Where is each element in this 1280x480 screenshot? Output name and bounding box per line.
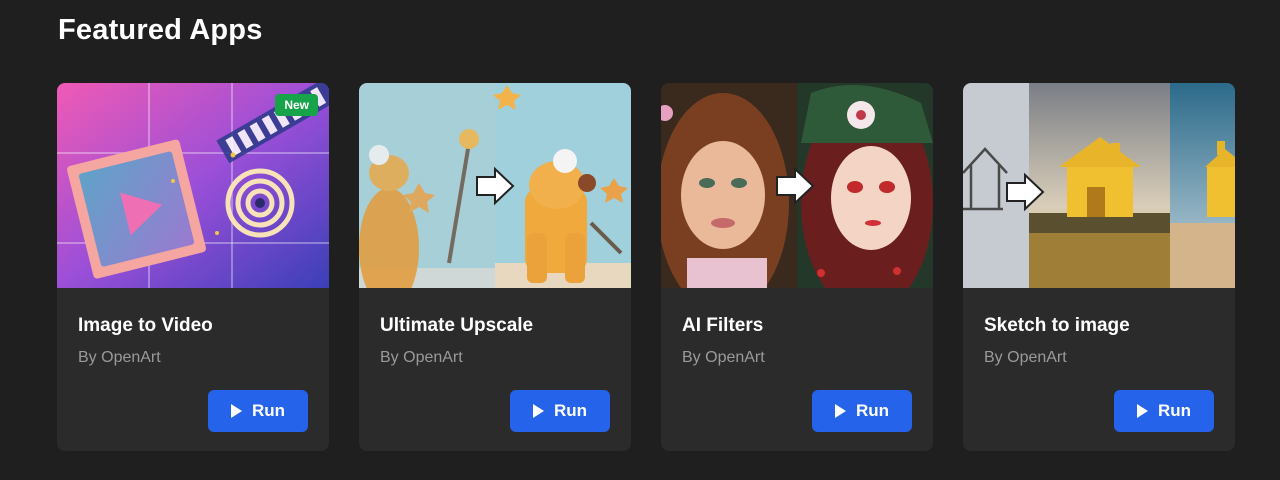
new-badge: New: [275, 94, 318, 116]
app-thumbnail-image-to-video[interactable]: New: [57, 83, 329, 288]
play-icon: [230, 404, 242, 418]
app-thumbnail-ultimate-upscale[interactable]: [359, 83, 631, 288]
run-button[interactable]: Run: [1114, 390, 1214, 432]
featured-apps-section: Featured Apps New Image to Video By Open…: [0, 0, 1280, 480]
app-card-ai-filters[interactable]: AI Filters By OpenArt Run: [661, 83, 933, 451]
app-thumbnail-sketch-to-image[interactable]: [963, 83, 1235, 288]
run-button-label: Run: [1157, 401, 1192, 420]
app-author: By OpenArt: [380, 349, 463, 366]
app-author: By OpenArt: [984, 349, 1067, 366]
app-thumbnail-ai-filters[interactable]: [661, 83, 933, 288]
app-card-ultimate-upscale[interactable]: Ultimate Upscale By OpenArt Run: [359, 83, 631, 451]
run-button-label: Run: [251, 401, 286, 420]
section-title: Featured Apps: [58, 14, 263, 46]
run-button[interactable]: Run: [510, 390, 610, 432]
app-author: By OpenArt: [682, 349, 765, 366]
app-title[interactable]: Sketch to image: [984, 315, 1130, 337]
play-icon: [532, 404, 544, 418]
play-icon: [834, 404, 846, 418]
app-card-sketch-to-image[interactable]: Sketch to image By OpenArt Run: [963, 83, 1235, 451]
run-button-label: Run: [855, 401, 890, 420]
app-author: By OpenArt: [78, 349, 161, 366]
app-title[interactable]: Ultimate Upscale: [380, 315, 533, 337]
app-title[interactable]: AI Filters: [682, 315, 763, 337]
run-button[interactable]: Run: [208, 390, 308, 432]
play-icon: [1136, 404, 1148, 418]
app-title[interactable]: Image to Video: [78, 315, 213, 337]
run-button[interactable]: Run: [812, 390, 912, 432]
app-card-image-to-video[interactable]: New Image to Video By OpenArt Run: [57, 83, 329, 451]
run-button-label: Run: [553, 401, 588, 420]
app-cards-row: New Image to Video By OpenArt Run Ultima…: [57, 83, 1235, 451]
